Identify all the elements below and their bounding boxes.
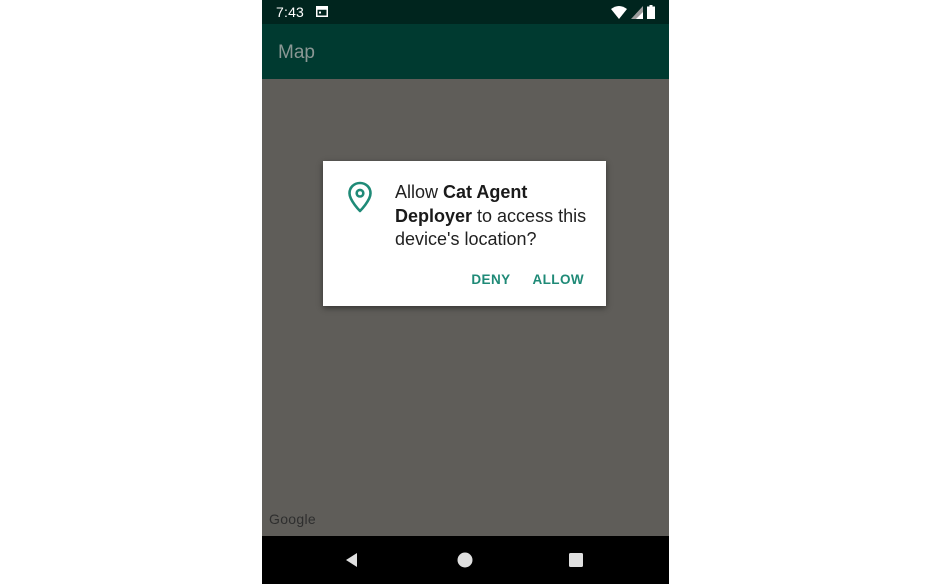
battery-icon [647,5,655,19]
permission-message: Allow Cat Agent Deployer to access this … [395,181,595,252]
message-prefix: Allow [395,182,444,202]
app-title: Map [278,42,315,63]
recents-icon[interactable] [566,550,586,570]
wifi-icon [611,5,627,19]
location-pin-icon [348,181,372,213]
app-bar: Map [262,24,669,79]
home-icon[interactable] [455,550,475,570]
permission-dialog: Allow Cat Agent Deployer to access this … [323,161,606,306]
calendar-icon [316,6,328,17]
signal-icon [631,5,643,19]
allow-button[interactable]: ALLOW [525,268,593,291]
status-time: 7:43 [276,4,305,20]
google-attribution: Google [269,511,316,527]
navigation-bar [262,536,669,584]
status-icons [611,5,655,19]
phone-screen: 7:43 Map Google Allow Cat Agent Deployer… [262,0,669,584]
status-bar: 7:43 [262,0,669,24]
back-icon[interactable] [342,550,362,570]
dialog-buttons: DENY ALLOW [463,268,606,291]
deny-button[interactable]: DENY [463,268,518,291]
map-view[interactable]: Google [262,79,669,536]
